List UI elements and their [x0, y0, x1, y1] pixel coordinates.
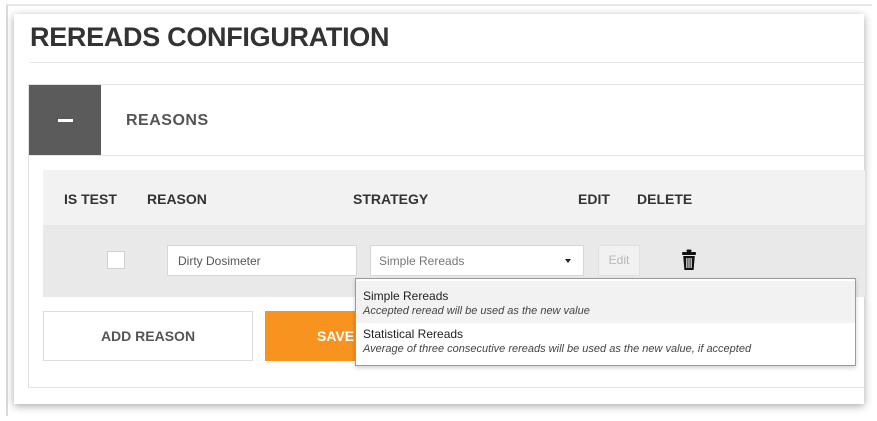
edit-button[interactable]: Edit: [598, 245, 640, 276]
dropdown-option-statistical-rereads[interactable]: Statistical Rereads Average of three con…: [356, 323, 855, 365]
page-title: REREADS CONFIGURATION: [30, 22, 390, 52]
trash-icon[interactable]: [681, 249, 697, 271]
strategy-dropdown-menu: Simple Rereads Accepted reread will be u…: [355, 278, 856, 366]
option-description: Average of three consecutive rereads wil…: [363, 343, 752, 355]
table-header: IS TEST REASON STRATEGY EDIT DELETE: [43, 170, 865, 225]
dropdown-option-simple-rereads[interactable]: Simple Rereads Accepted reread will be u…: [356, 281, 855, 323]
add-reason-button[interactable]: ADD REASON: [43, 311, 253, 361]
option-title: Simple Rereads: [363, 289, 449, 303]
collapse-button[interactable]: [29, 85, 101, 155]
section-title: REASONS: [126, 112, 209, 129]
minus-icon: [57, 118, 73, 122]
save-button-label: SAVE: [317, 328, 355, 344]
column-header-is-test: IS TEST: [64, 191, 117, 207]
column-header-reason: REASON: [147, 191, 207, 207]
strategy-select[interactable]: Simple Rereads: [370, 245, 584, 276]
column-header-delete: DELETE: [637, 191, 693, 207]
reason-input[interactable]: [167, 245, 357, 276]
option-description: Accepted reread will be used as the new …: [363, 305, 590, 317]
option-title: Statistical Rereads: [363, 327, 464, 341]
is-test-checkbox[interactable]: [107, 251, 125, 269]
section-divider: [29, 155, 864, 156]
chevron-down-icon: [565, 259, 571, 263]
strategy-selected-value: Simple Rereads: [379, 253, 465, 268]
column-header-edit: EDIT: [578, 191, 610, 207]
column-header-strategy: STRATEGY: [353, 191, 429, 207]
title-divider: [30, 62, 864, 63]
